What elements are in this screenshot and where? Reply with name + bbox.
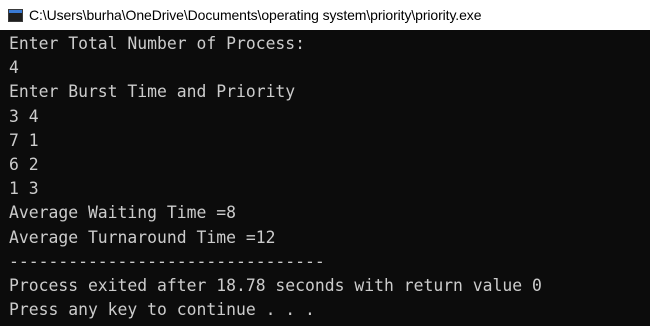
- window-title: C:\Users\burha\OneDrive\Documents\operat…: [29, 7, 482, 23]
- console-line-exit-status: Process exited after 18.78 seconds with …: [9, 275, 542, 295]
- console-line-input-4: 1 3: [9, 179, 39, 199]
- console-line-input-3: 6 2: [9, 154, 39, 174]
- console-line-press-key: Press any key to continue . . .: [9, 300, 315, 320]
- console-line-input-1: 3 4: [9, 106, 39, 126]
- console-line-prompt-burst-priority: Enter Burst Time and Priority: [9, 82, 296, 102]
- console-line-avg-turnaround: Average Turnaround Time =12: [9, 227, 276, 247]
- console-app-icon: [8, 8, 23, 22]
- title-bar[interactable]: C:\Users\burha\OneDrive\Documents\operat…: [0, 0, 650, 30]
- console-line-avg-waiting: Average Waiting Time =8: [9, 203, 236, 223]
- console-line-separator: --------------------------------: [9, 251, 325, 271]
- console-line-process-count-input: 4: [9, 58, 19, 78]
- console-line-prompt-process-count: Enter Total Number of Process:: [9, 34, 306, 53]
- console-window: C:\Users\burha\OneDrive\Documents\operat…: [0, 0, 650, 326]
- console-line-input-2: 7 1: [9, 130, 39, 150]
- console-output[interactable]: Enter Total Number of Process: 4 Enter B…: [0, 30, 650, 326]
